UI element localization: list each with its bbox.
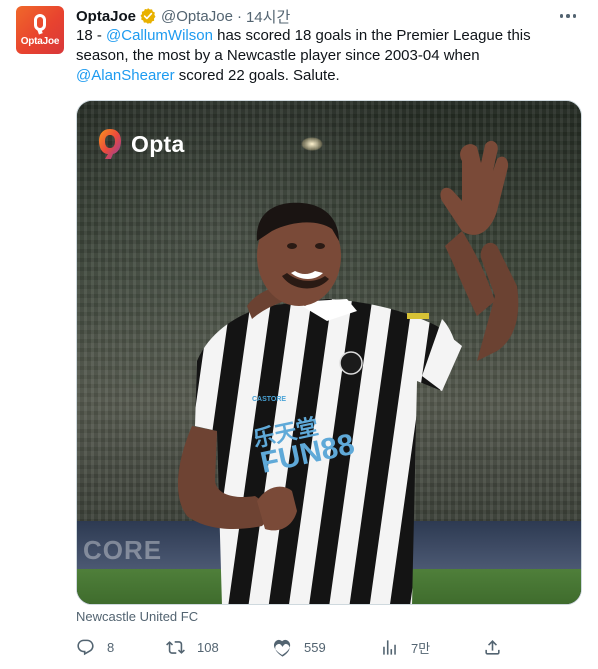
avatar-text: OptaJoe — [20, 36, 60, 47]
tweet-text-part: 18 - — [76, 27, 107, 44]
reply-button[interactable]: 8 — [76, 636, 114, 658]
reply-count: 8 — [107, 639, 115, 655]
opta-logo: Opta — [97, 127, 185, 161]
more-icon[interactable] — [556, 4, 580, 28]
opta-logo-icon — [99, 129, 121, 159]
player-figure: 乐天堂 FUN88 CASTORE — [177, 140, 519, 604]
mention-link[interactable]: @CallumWilson — [106, 27, 213, 44]
verified-badge-icon — [140, 8, 156, 24]
handle[interactable]: @OptaJoe — [161, 8, 233, 25]
tweet-header: OptaJoe @OptaJoe · 14시간 — [76, 6, 290, 26]
retweet-icon — [166, 640, 185, 654]
like-count: 559 — [304, 639, 326, 655]
separator-dot: · — [236, 7, 242, 25]
tweet-text-part: scored 22 goals. Salute. — [174, 67, 340, 84]
avatar[interactable]: OptaJoe — [16, 6, 64, 54]
display-name[interactable]: OptaJoe — [76, 8, 136, 25]
like-button[interactable]: 559 — [273, 636, 326, 658]
share-button[interactable] — [483, 636, 514, 658]
media-caption[interactable]: Newcastle United FC — [76, 609, 198, 624]
timestamp[interactable]: 14시간 — [246, 6, 290, 27]
views-icon — [383, 639, 396, 655]
like-icon — [273, 639, 291, 657]
opta-logo-icon — [34, 14, 46, 31]
share-icon — [485, 639, 500, 655]
tweet[interactable]: OptaJoe OptaJoe @OptaJoe · 14시간 18 - @Ca… — [0, 0, 598, 669]
shirt-brand: CASTORE — [252, 396, 286, 403]
mention-link[interactable]: @AlanShearer — [76, 67, 175, 84]
club-crest-icon — [339, 351, 363, 375]
retweet-button[interactable]: 108 — [166, 636, 219, 658]
views-button[interactable]: 7만 — [380, 636, 430, 658]
retweet-count: 108 — [197, 639, 219, 655]
opta-wordmark: Opta — [131, 130, 185, 157]
views-count: 7만 — [411, 640, 431, 656]
tweet-actions: 8 108 559 7만 — [76, 636, 582, 658]
tweet-text: 18 - @CallumWilson has scored 18 goals i… — [76, 26, 576, 86]
reply-icon — [77, 639, 94, 655]
tweet-media-image[interactable]: CORE 乐天堂 FUN88 CASTORE Opta — [76, 100, 582, 605]
